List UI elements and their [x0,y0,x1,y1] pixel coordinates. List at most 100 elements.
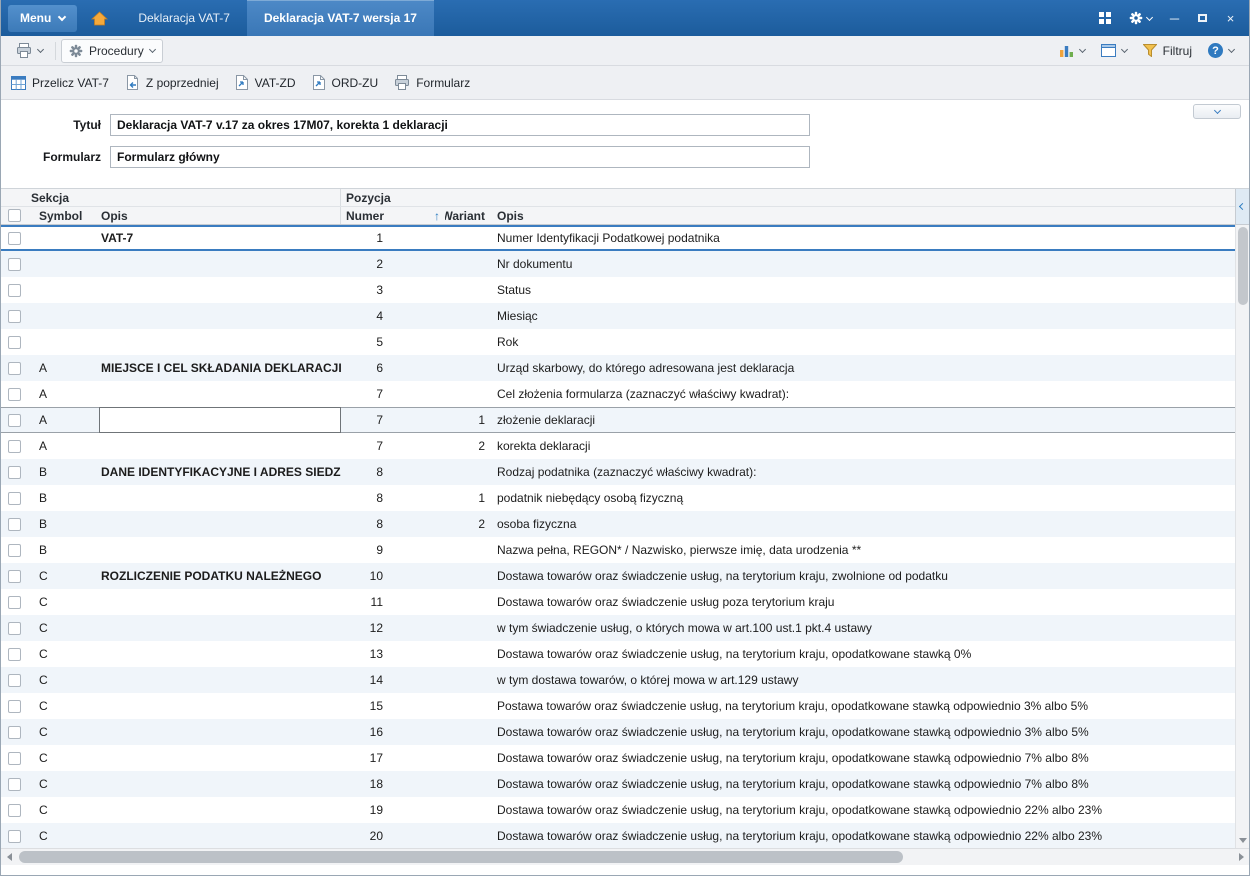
z-poprzedniej-button[interactable]: Z poprzedniej [125,75,219,90]
layout-button[interactable] [1094,39,1134,63]
column-header-wariant[interactable]: Wariant [445,207,491,224]
scroll-right-button[interactable] [1233,849,1249,865]
table-row[interactable]: 5 Rok [1,329,1235,355]
column-header-symbol[interactable]: Symbol [31,207,99,224]
column-header-sort[interactable]: ↑ [429,207,445,224]
collapse-right-panel-button[interactable] [1235,189,1249,224]
collapse-panel-up-button[interactable] [1193,104,1241,119]
przelicz-vat7-button[interactable]: Przelicz VAT-7 [11,75,109,90]
row-checkbox[interactable] [8,777,21,791]
row-checkbox[interactable] [8,829,21,843]
table-row[interactable]: B 8 1 podatnik niebędący osobą fizyczną [1,485,1235,511]
cell-position-opis: Miesiąc [497,309,538,323]
cell-wariant: 1 [478,413,485,427]
cell-sort-spacer [429,719,445,745]
row-checkbox[interactable] [8,465,21,479]
help-button[interactable]: ? [1201,39,1241,63]
minimize-button[interactable]: ─ [1162,6,1187,31]
row-checkbox[interactable] [8,803,21,817]
table-row[interactable]: C 18 Dostawa towarów oraz świadczenie usłu… [1,771,1235,797]
close-button[interactable]: × [1218,6,1243,31]
vertical-scrollbar-thumb[interactable] [1238,227,1248,305]
row-checkbox[interactable] [8,647,21,661]
maximize-button[interactable] [1190,6,1215,31]
table-row[interactable]: 4 Miesiąc [1,303,1235,329]
row-checkbox[interactable] [8,543,21,557]
table-row[interactable]: A 7 Cel złożenia formularza (zaznaczyć wła… [1,381,1235,407]
filter-button[interactable]: Filtruj [1136,39,1199,63]
row-checkbox[interactable] [8,309,21,323]
table-row[interactable]: C 12 w tym świadczenie usług, o których mo… [1,615,1235,641]
table-row[interactable]: A 7 2 korekta deklaracji [1,433,1235,459]
scroll-left-button[interactable] [1,849,17,865]
row-checkbox[interactable] [8,569,21,583]
cell-numer: 7 [376,387,383,401]
row-checkbox[interactable] [8,491,21,505]
vat-zd-button[interactable]: VAT-ZD [235,75,296,90]
table-row[interactable]: A 7 1 złożenie deklaracji [1,407,1235,433]
row-checkbox[interactable] [8,621,21,635]
row-checkbox[interactable] [8,387,21,401]
row-checkbox[interactable] [8,335,21,349]
apps-grid-button[interactable] [1091,5,1119,31]
table-row[interactable]: 2 Nr dokumentu [1,251,1235,277]
column-header-opis2[interactable]: Opis [491,207,1249,224]
row-checkbox-cell [1,433,31,459]
formularz-button[interactable]: Formularz [394,75,470,90]
cell-symbol: C [39,595,48,609]
row-checkbox[interactable] [8,725,21,739]
settings-gear-button[interactable] [1122,5,1159,31]
ord-zu-button[interactable]: ORD-ZU [312,75,378,90]
row-checkbox[interactable] [8,413,21,427]
table-row[interactable]: C ROZLICZENIE PODATKU NALEŻNEGO 10 Dostawa … [1,563,1235,589]
horizontal-scrollbar-thumb[interactable] [19,851,903,863]
table-row[interactable]: C 20 Dostawa towarów oraz świadczenie usłu… [1,823,1235,848]
home-button[interactable] [81,5,117,32]
row-checkbox[interactable] [8,283,21,297]
row-checkbox[interactable] [8,673,21,687]
row-checkbox[interactable] [8,361,21,375]
print-button[interactable] [9,39,50,63]
table-row[interactable]: C 14 w tym dostawa towarów, o której mowa … [1,667,1235,693]
table-row[interactable]: C 19 Dostawa towarów oraz świadczenie usłu… [1,797,1235,823]
column-header-numer[interactable]: Numer [341,207,429,224]
form-input[interactable] [110,146,810,168]
tab-deklaracja-vat-7-wersja-17[interactable]: Deklaracja VAT-7 wersja 17 [246,0,434,36]
cell-symbol: C [39,569,48,583]
table-row[interactable]: C 13 Dostawa towarów oraz świadczenie usłu… [1,641,1235,667]
select-all-checkbox[interactable] [8,209,21,222]
row-checkbox[interactable] [8,517,21,531]
table-row[interactable]: B 8 2 osoba fizyczna [1,511,1235,537]
row-checkbox[interactable] [8,751,21,765]
table-row[interactable]: VAT-7 1 Numer Identyfikacji Podatkowej pod… [1,225,1235,251]
table-row[interactable]: C 17 Dostawa towarów oraz świadczenie usłu… [1,745,1235,771]
cell-position-opis: Dostawa towarów oraz świadczenie usług, … [497,777,1089,791]
triangle-right-icon [1238,853,1244,861]
title-input[interactable] [110,114,810,136]
horizontal-scrollbar[interactable] [1,848,1249,865]
menu-button[interactable]: Menu [8,4,78,32]
cell-section-opis [99,771,341,797]
tab-deklaracja-vat-7[interactable]: Deklaracja VAT-7 [121,0,247,36]
table-row[interactable]: A MIEJSCE I CEL SKŁADANIA DEKLARACJI 6 Urzą… [1,355,1235,381]
row-checkbox-cell [1,303,31,329]
cell-section-opis: DANE IDENTYFIKACYJNE I ADRES SIEDZIBY* [101,465,341,479]
table-row[interactable]: 3 Status [1,277,1235,303]
row-checkbox[interactable] [8,595,21,609]
scroll-down-button[interactable] [1236,834,1249,847]
row-checkbox[interactable] [8,257,21,271]
table-row[interactable]: C 16 Dostawa towarów oraz świadczenie usłu… [1,719,1235,745]
row-checkbox[interactable] [8,231,21,245]
vertical-scrollbar[interactable] [1235,225,1249,848]
table-row[interactable]: B DANE IDENTYFIKACYJNE I ADRES SIEDZIBY* 8… [1,459,1235,485]
table-row[interactable]: B 9 Nazwa pełna, REGON* / Nazwisko, pierws… [1,537,1235,563]
chart-button[interactable] [1052,39,1092,63]
table-row[interactable]: C 11 Dostawa towarów oraz świadczenie usłu… [1,589,1235,615]
row-checkbox[interactable] [8,699,21,713]
table-row[interactable]: C 15 Postawa towarów oraz świadczenie usłu… [1,693,1235,719]
column-header-opis[interactable]: Opis [99,207,341,224]
row-checkbox[interactable] [8,439,21,453]
procedures-button[interactable]: Procedury [61,38,163,63]
cell-wariant: 1 [478,491,485,505]
row-checkbox-cell [1,381,31,407]
